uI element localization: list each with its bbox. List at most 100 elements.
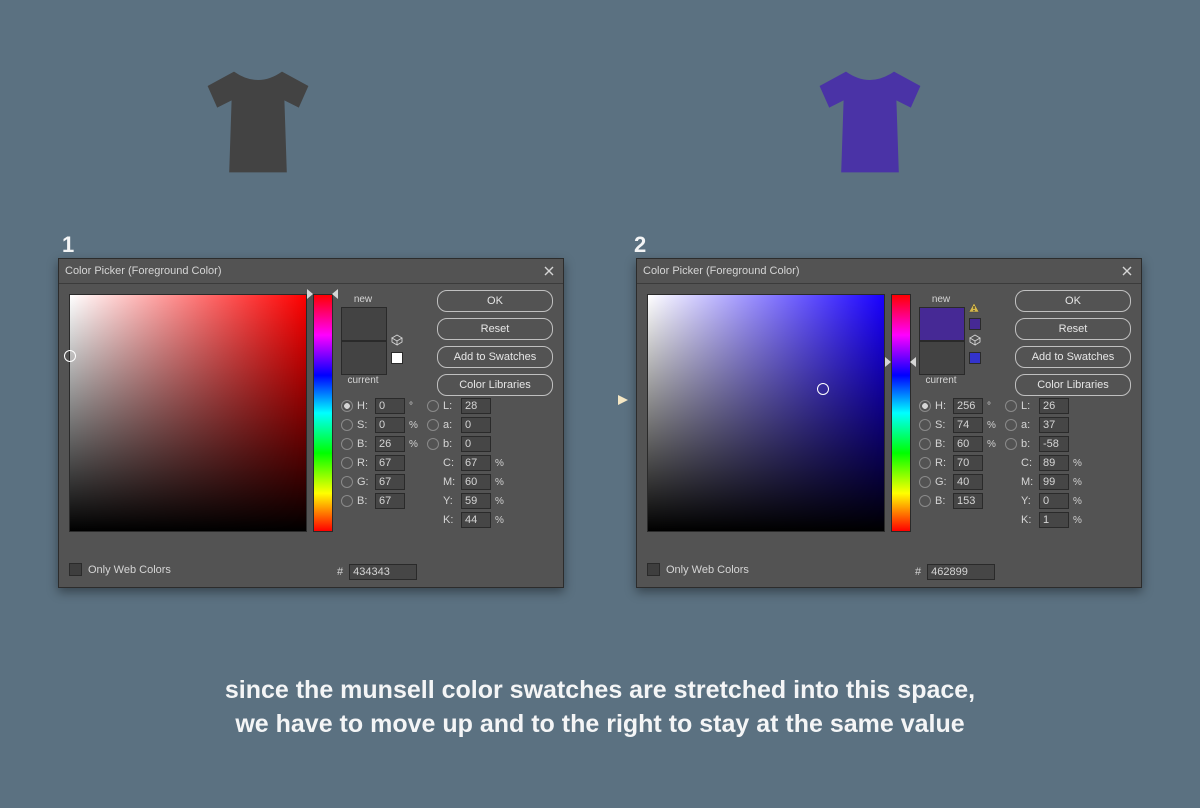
y-input[interactable]: [461, 493, 491, 509]
web-colors-label: Only Web Colors: [88, 564, 171, 576]
hue-radio[interactable]: [919, 400, 931, 412]
bv-input[interactable]: [375, 436, 405, 452]
l-label: L:: [443, 400, 457, 412]
a-radio[interactable]: [427, 419, 439, 431]
gamut-warning-icon[interactable]: [968, 302, 980, 314]
cube-icon[interactable]: [391, 334, 403, 346]
s-radio[interactable]: [341, 419, 353, 431]
websafe-swatch[interactable]: [391, 352, 403, 364]
hue-slider[interactable]: [891, 294, 911, 532]
reset-button[interactable]: Reset: [437, 318, 553, 340]
bv-input[interactable]: [953, 436, 983, 452]
m-input[interactable]: [461, 474, 491, 490]
current-swatch[interactable]: [341, 341, 387, 375]
a-input[interactable]: [1039, 417, 1069, 433]
l-label: L:: [1021, 400, 1035, 412]
g-input[interactable]: [375, 474, 405, 490]
bl-input[interactable]: [375, 493, 405, 509]
l-radio[interactable]: [1005, 400, 1017, 412]
caption-text: since the munsell color swatches are str…: [90, 674, 1110, 742]
hue-radio[interactable]: [341, 400, 353, 412]
g-label: G:: [357, 476, 371, 488]
bb-radio[interactable]: [1005, 438, 1017, 450]
close-icon[interactable]: [1119, 263, 1135, 279]
saturation-brightness-field[interactable]: [647, 294, 885, 532]
hex-input[interactable]: [927, 564, 995, 580]
reset-button[interactable]: Reset: [1015, 318, 1131, 340]
color-libraries-button[interactable]: Color Libraries: [1015, 374, 1131, 396]
hue-slider[interactable]: [313, 294, 333, 532]
b-radio[interactable]: [919, 438, 931, 450]
color-preview: new current: [341, 294, 385, 388]
h-input[interactable]: [375, 398, 405, 414]
y-label: Y:: [1021, 495, 1035, 507]
a-input[interactable]: [461, 417, 491, 433]
l-radio[interactable]: [427, 400, 439, 412]
y-input[interactable]: [1039, 493, 1069, 509]
m-input[interactable]: [1039, 474, 1069, 490]
saturation-brightness-field[interactable]: [69, 294, 307, 532]
tshirt-icon: [198, 62, 318, 182]
g-radio[interactable]: [919, 476, 931, 488]
b-label: B:: [357, 438, 371, 450]
s-label: S:: [935, 419, 949, 431]
h-input[interactable]: [953, 398, 983, 414]
s-radio[interactable]: [919, 419, 931, 431]
unit-pct: %: [1073, 515, 1087, 526]
close-icon[interactable]: [541, 263, 557, 279]
l-input[interactable]: [461, 398, 491, 414]
color-preview: new current: [919, 294, 963, 388]
bl-label: B:: [357, 495, 371, 507]
bb-input[interactable]: [461, 436, 491, 452]
s-input[interactable]: [953, 417, 983, 433]
color-libraries-button[interactable]: Color Libraries: [437, 374, 553, 396]
unit-pct: %: [987, 439, 1001, 450]
bl-radio[interactable]: [341, 495, 353, 507]
web-colors-checkbox[interactable]: [69, 563, 82, 576]
current-label: current: [919, 375, 963, 386]
ok-button[interactable]: OK: [1015, 290, 1131, 312]
r-radio[interactable]: [919, 457, 931, 469]
color-cursor-icon: [64, 350, 76, 362]
gamut-swatch[interactable]: [969, 318, 981, 330]
r-input[interactable]: [953, 455, 983, 471]
a-label: a:: [1021, 419, 1035, 431]
g-input[interactable]: [953, 474, 983, 490]
websafe-swatch[interactable]: [969, 352, 981, 364]
color-picker-dialog: Color Picker (Foreground Color) new curr…: [58, 258, 564, 588]
dialog-title: Color Picker (Foreground Color): [643, 265, 800, 277]
hex-input[interactable]: [349, 564, 417, 580]
s-input[interactable]: [375, 417, 405, 433]
r-radio[interactable]: [341, 457, 353, 469]
ok-button[interactable]: OK: [437, 290, 553, 312]
new-swatch[interactable]: [341, 307, 387, 341]
g-radio[interactable]: [341, 476, 353, 488]
c-input[interactable]: [1039, 455, 1069, 471]
k-label: K:: [1021, 514, 1035, 526]
k-input[interactable]: [461, 512, 491, 528]
bb-radio[interactable]: [427, 438, 439, 450]
k-input[interactable]: [1039, 512, 1069, 528]
b-radio[interactable]: [341, 438, 353, 450]
bb-input[interactable]: [1039, 436, 1069, 452]
h-label: H:: [357, 400, 371, 412]
c-input[interactable]: [461, 455, 491, 471]
new-swatch[interactable]: [919, 307, 965, 341]
unit-pct: %: [495, 496, 509, 507]
bl-label: B:: [935, 495, 949, 507]
bl-input[interactable]: [953, 493, 983, 509]
current-swatch[interactable]: [919, 341, 965, 375]
stage-number: 2: [634, 232, 646, 258]
add-to-swatches-button[interactable]: Add to Swatches: [437, 346, 553, 368]
add-to-swatches-button[interactable]: Add to Swatches: [1015, 346, 1131, 368]
color-cursor-icon: [817, 383, 829, 395]
r-input[interactable]: [375, 455, 405, 471]
bl-radio[interactable]: [919, 495, 931, 507]
bb-label: b:: [1021, 438, 1035, 450]
l-input[interactable]: [1039, 398, 1069, 414]
g-label: G:: [935, 476, 949, 488]
web-colors-checkbox[interactable]: [647, 563, 660, 576]
cube-icon[interactable]: [969, 334, 981, 346]
color-picker-dialog: Color Picker (Foreground Color) new curr…: [636, 258, 1142, 588]
a-radio[interactable]: [1005, 419, 1017, 431]
